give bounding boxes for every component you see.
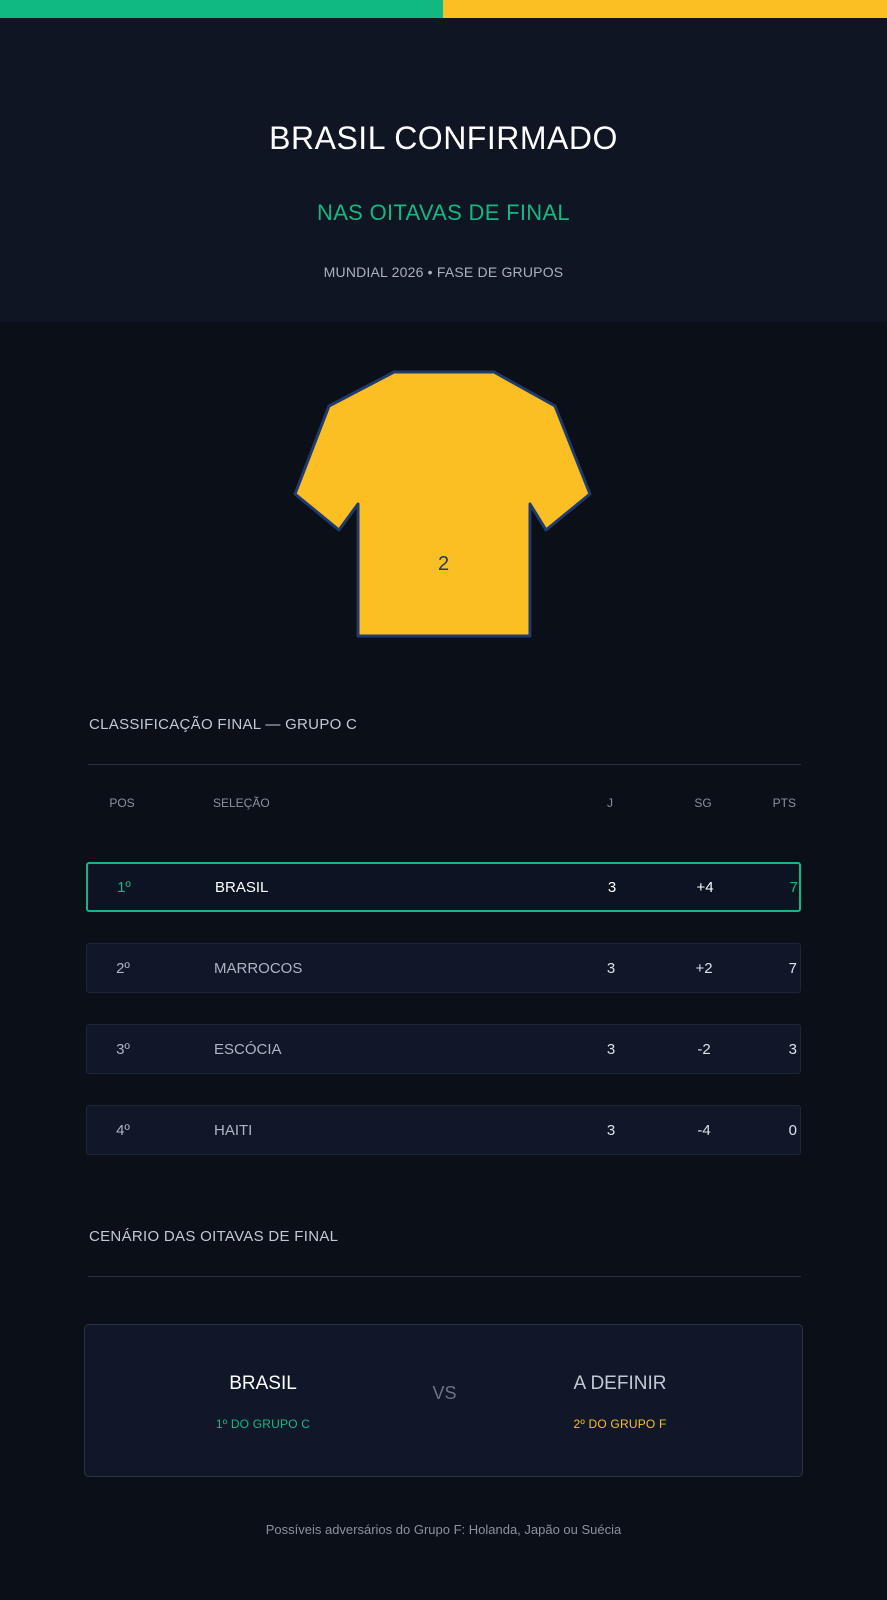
top-bar-green-segment: [0, 0, 443, 18]
top-color-bar: [0, 0, 887, 18]
standings-divider: [88, 764, 801, 765]
table-row: 1º BRASIL 3 +4 7: [86, 862, 801, 912]
row-played: 3: [606, 1041, 616, 1058]
row-points: 7: [788, 960, 797, 977]
away-team: A DEFINIR 2º DO GRUPO F: [535, 1373, 705, 1431]
row-team: BRASIL: [215, 879, 269, 896]
row-pos: 4º: [116, 1122, 130, 1139]
jersey-shape: [293, 370, 592, 638]
away-team-name: A DEFINIR: [573, 1373, 667, 1394]
away-team-tag: 2º DO GRUPO F: [573, 1417, 667, 1431]
row-pos: 3º: [116, 1041, 130, 1058]
home-team-tag: 1º DO GRUPO C: [215, 1417, 311, 1431]
page: BRASIL CONFIRMADO NAS OITAVAS DE FINAL M…: [0, 0, 887, 1600]
row-team: MARROCOS: [214, 960, 303, 977]
row-pos: 2º: [116, 960, 130, 977]
row-team: ESCÓCIA: [214, 1041, 282, 1058]
match-card: BRASIL 1º DO GRUPO C VS A DEFINIR 2º DO …: [84, 1324, 803, 1477]
header-points: PTS: [772, 796, 796, 810]
hero-title: BRASIL CONFIRMADO: [269, 120, 618, 156]
standings-header: POS SELEÇÃO J SG PTS: [86, 796, 801, 816]
header-played: J: [607, 796, 613, 810]
jersey-icon: [293, 370, 592, 638]
table-row: 3º ESCÓCIA 3 -2 3: [86, 1024, 801, 1074]
row-played: 3: [606, 1122, 616, 1139]
knockout-divider: [88, 1276, 801, 1277]
row-pos: 1º: [117, 879, 131, 896]
row-goal-diff: -2: [697, 1041, 711, 1058]
header-pos: POS: [109, 796, 135, 810]
hero-meta: MUNDIAL 2026 • FASE DE GRUPOS: [323, 264, 564, 280]
table-row: 4º HAITI 3 -4 0: [86, 1105, 801, 1155]
knockout-title: CENÁRIO DAS OITAVAS DE FINAL: [89, 1228, 339, 1245]
hero-header: BRASIL CONFIRMADO NAS OITAVAS DE FINAL M…: [0, 18, 887, 322]
row-played: 3: [606, 960, 616, 977]
row-goal-diff: +4: [696, 879, 714, 896]
standings-title: CLASSIFICAÇÃO FINAL — GRUPO C: [89, 716, 358, 733]
table-row: 2º MARROCOS 3 +2 7: [86, 943, 801, 993]
header-goal-diff: SG: [694, 796, 712, 810]
hero-subtitle: NAS OITAVAS DE FINAL: [317, 200, 570, 225]
header-team: SELEÇÃO: [213, 796, 270, 810]
footnote: Possíveis adversários do Grupo F: Holand…: [265, 1522, 622, 1537]
top-bar-yellow-segment: [443, 0, 887, 18]
jersey-number: 2: [437, 553, 450, 575]
row-goal-diff: +2: [695, 960, 713, 977]
row-points: 3: [788, 1041, 797, 1058]
row-team: HAITI: [214, 1122, 253, 1139]
row-points: 7: [789, 879, 798, 896]
row-played: 3: [607, 879, 617, 896]
row-goal-diff: -4: [697, 1122, 711, 1139]
row-points: 0: [788, 1122, 797, 1139]
